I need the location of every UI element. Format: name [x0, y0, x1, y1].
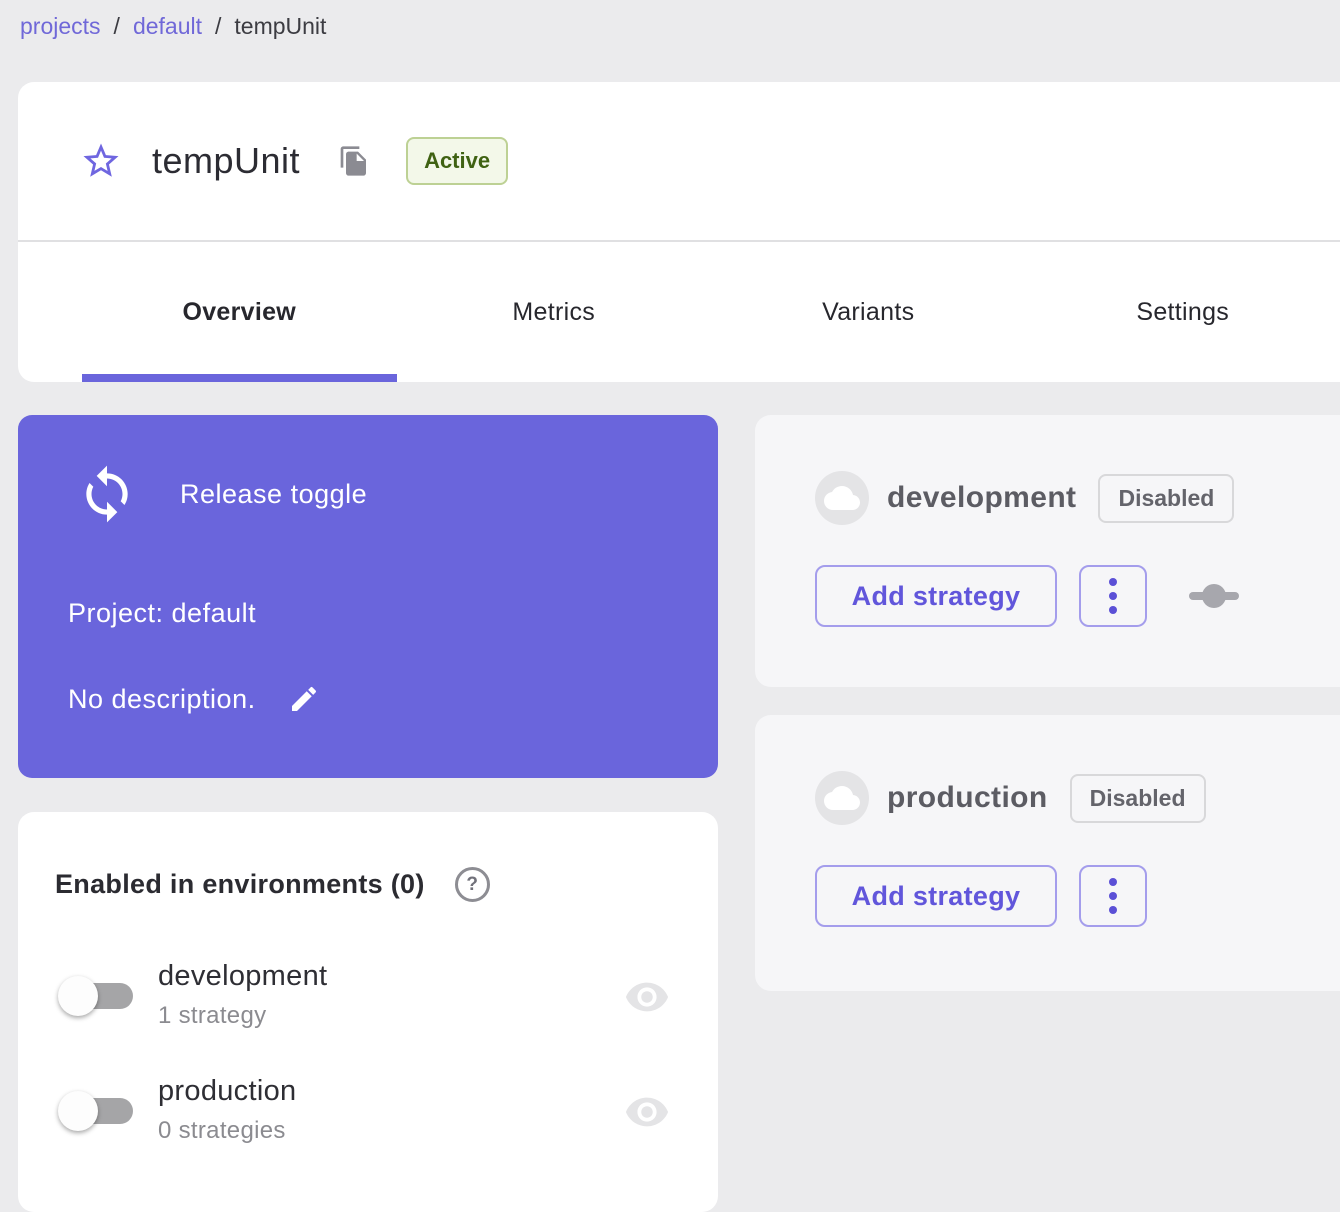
release-toggle-sync-icon	[76, 463, 138, 525]
breadcrumb: projects / default / tempUnit	[20, 13, 326, 40]
environment-avatar	[815, 771, 869, 825]
environment-toggle-slider-icon[interactable]	[1189, 582, 1239, 610]
environment-header: development Disabled	[815, 471, 1234, 525]
tab-settings[interactable]: Settings	[1026, 242, 1340, 382]
environment-avatar	[815, 471, 869, 525]
eye-icon[interactable]	[624, 974, 670, 1020]
environment-row-strategy-count: 1 strategy	[158, 1002, 327, 1030]
cloud-icon	[824, 780, 860, 816]
environment-row-name: development	[158, 960, 327, 993]
feature-description-text: No description.	[68, 684, 256, 715]
tab-metrics[interactable]: Metrics	[397, 242, 712, 382]
breadcrumb-current-feature: tempUnit	[234, 13, 326, 40]
tab-overview-label: Overview	[182, 298, 296, 327]
environment-row-production: production 0 strategies	[18, 1075, 718, 1159]
enabled-environments-title: Enabled in environments (0)	[55, 869, 425, 900]
eye-icon[interactable]	[624, 1089, 670, 1135]
environment-row-labels: development 1 strategy	[158, 960, 327, 1030]
copy-name-button[interactable]	[338, 145, 370, 177]
feature-description: No description.	[68, 683, 320, 715]
environment-status-badge: Disabled	[1070, 774, 1206, 823]
star-icon	[80, 140, 122, 182]
edit-description-button[interactable]	[288, 683, 320, 715]
environment-header: production Disabled	[815, 771, 1206, 825]
environment-row-development: development 1 strategy	[18, 960, 718, 1044]
feature-tabs: Overview Metrics Variants Settings	[18, 242, 1340, 382]
enabled-environments-card: Enabled in environments (0) ? developmen…	[18, 812, 718, 1212]
tab-overview[interactable]: Overview	[82, 242, 397, 382]
active-tab-indicator	[82, 374, 397, 382]
environment-card-production: production Disabled Add strategy	[755, 715, 1340, 991]
environment-name: production	[887, 781, 1048, 815]
cloud-icon	[824, 480, 860, 516]
tab-settings-label: Settings	[1136, 298, 1229, 327]
enabled-environments-header: Enabled in environments (0) ?	[55, 867, 490, 902]
feature-header-card: tempUnit Active Overview Metrics Variant…	[18, 82, 1340, 382]
add-strategy-button[interactable]: Add strategy	[815, 865, 1057, 927]
environment-card-development: development Disabled Add strategy	[755, 415, 1340, 687]
environment-toggle-switch[interactable]	[58, 1089, 152, 1133]
environment-actions: Add strategy	[815, 865, 1147, 927]
environment-row-labels: production 0 strategies	[158, 1075, 296, 1145]
help-icon[interactable]: ?	[455, 867, 490, 902]
switch-thumb	[58, 976, 98, 1016]
favorite-star-button[interactable]	[80, 140, 122, 182]
copy-icon	[338, 145, 370, 177]
kebab-menu-icon	[1109, 578, 1117, 614]
feature-header: tempUnit Active	[18, 82, 1340, 240]
environment-row-strategy-count: 0 strategies	[158, 1117, 296, 1145]
breadcrumb-link-projects[interactable]: projects	[20, 13, 101, 40]
add-strategy-button[interactable]: Add strategy	[815, 565, 1057, 627]
pencil-icon	[288, 683, 320, 715]
breadcrumb-link-default[interactable]: default	[133, 13, 202, 40]
breadcrumb-separator: /	[215, 13, 221, 40]
breadcrumb-separator: /	[114, 13, 120, 40]
environment-actions: Add strategy	[815, 565, 1239, 627]
feature-project-label: Project: default	[68, 598, 256, 629]
tab-metrics-label: Metrics	[512, 298, 595, 327]
environment-more-menu-button[interactable]	[1079, 565, 1147, 627]
feature-type-card: Release toggle Project: default No descr…	[18, 415, 718, 778]
environment-status-badge: Disabled	[1098, 474, 1234, 523]
tab-variants[interactable]: Variants	[711, 242, 1026, 382]
feature-type-header: Release toggle	[76, 463, 367, 525]
switch-thumb	[58, 1091, 98, 1131]
environment-more-menu-button[interactable]	[1079, 865, 1147, 927]
environment-toggle-switch[interactable]	[58, 974, 152, 1018]
feature-type-label: Release toggle	[180, 479, 367, 510]
status-badge: Active	[406, 137, 508, 185]
environment-row-name: production	[158, 1075, 296, 1108]
page-title: tempUnit	[152, 140, 300, 182]
environment-name: development	[887, 481, 1076, 515]
kebab-menu-icon	[1109, 878, 1117, 914]
tab-variants-label: Variants	[822, 298, 914, 327]
